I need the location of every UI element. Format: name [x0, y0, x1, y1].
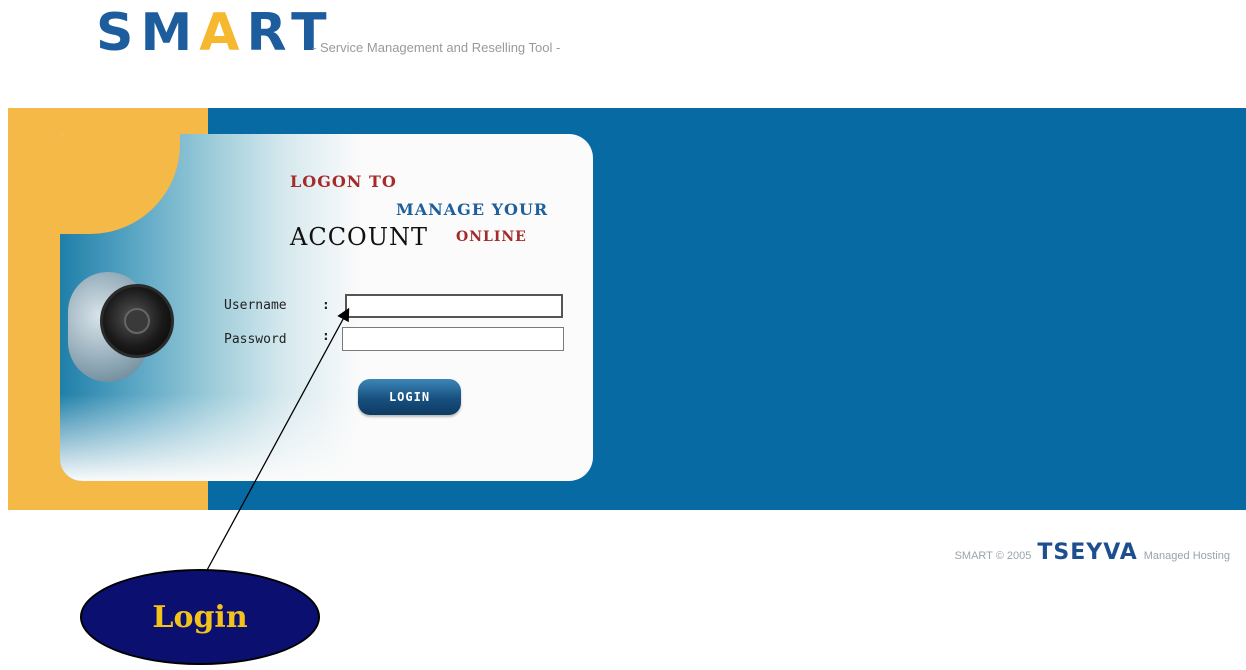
password-input[interactable] — [342, 327, 564, 351]
password-colon: : — [322, 329, 330, 344]
headline-manage-your: MANAGE YOUR — [396, 200, 549, 219]
callout-bubble: Login — [80, 569, 320, 665]
lock-dial-center — [124, 308, 150, 334]
callout-label: Login — [152, 599, 248, 635]
footer: SMART © 2005 TSEYVA Managed Hosting — [955, 540, 1230, 565]
username-colon: : — [322, 298, 330, 313]
username-label: Username — [224, 298, 287, 313]
headline-logon-to: LOGON TO — [290, 172, 397, 191]
logo-prefix: SM — [96, 3, 200, 63]
login-button[interactable]: LOGIN — [358, 379, 461, 415]
footer-copyright: SMART © 2005 — [954, 550, 1032, 562]
header-tagline: - Service Management and Reselling Tool … — [312, 40, 561, 55]
username-input[interactable] — [345, 294, 563, 318]
headline-account: ACCOUNT — [290, 223, 428, 251]
footer-hosting-text: Managed Hosting — [1143, 550, 1230, 562]
card-photo-fade — [60, 394, 360, 481]
headline-online: ONLINE — [456, 229, 527, 245]
logo-accent: A — [199, 3, 247, 63]
tseyva-logo: TSEYVA — [1037, 540, 1138, 565]
password-label: Password — [224, 332, 287, 347]
smart-logo: SMART — [96, 2, 334, 64]
